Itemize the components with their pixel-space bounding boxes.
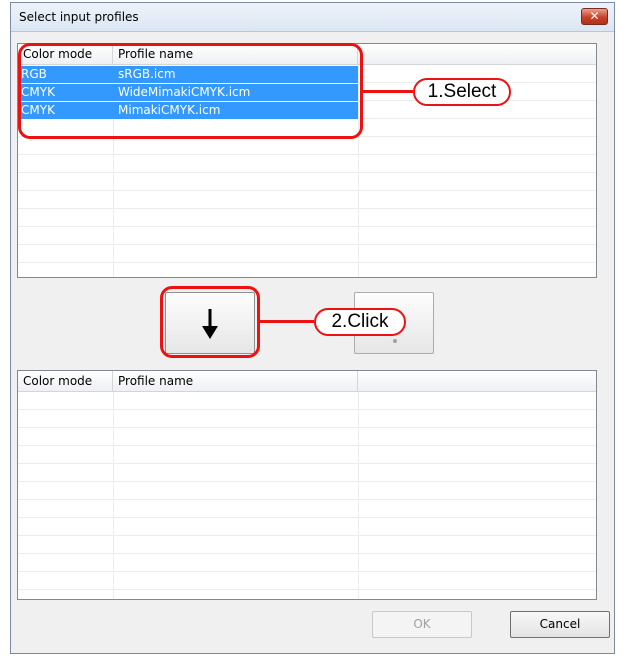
callout-connector bbox=[363, 90, 413, 93]
arrow-up-icon bbox=[393, 339, 397, 343]
window-title: Select input profiles bbox=[19, 10, 139, 24]
column-header-extra[interactable] bbox=[358, 371, 596, 391]
list-grid bbox=[18, 392, 596, 599]
callout-highlight-select bbox=[18, 43, 363, 139]
callout-label-click: 2.Click bbox=[314, 308, 406, 336]
list-header: Color mode Profile name bbox=[18, 371, 596, 392]
close-icon: ✕ bbox=[589, 9, 600, 23]
column-header-extra[interactable] bbox=[358, 44, 596, 64]
cancel-button[interactable]: Cancel bbox=[510, 611, 610, 638]
callout-label-select: 1.Select bbox=[413, 78, 511, 106]
ok-button[interactable]: OK bbox=[372, 611, 472, 638]
column-header-profile-name[interactable]: Profile name bbox=[113, 371, 358, 391]
callout-highlight-click bbox=[160, 286, 260, 358]
close-button[interactable]: ✕ bbox=[581, 8, 608, 25]
column-header-color-mode[interactable]: Color mode bbox=[18, 371, 113, 391]
callout-connector bbox=[260, 320, 314, 323]
selected-profiles-list[interactable]: Color mode Profile name bbox=[17, 370, 597, 600]
title-bar: Select input profiles ✕ bbox=[11, 3, 614, 32]
